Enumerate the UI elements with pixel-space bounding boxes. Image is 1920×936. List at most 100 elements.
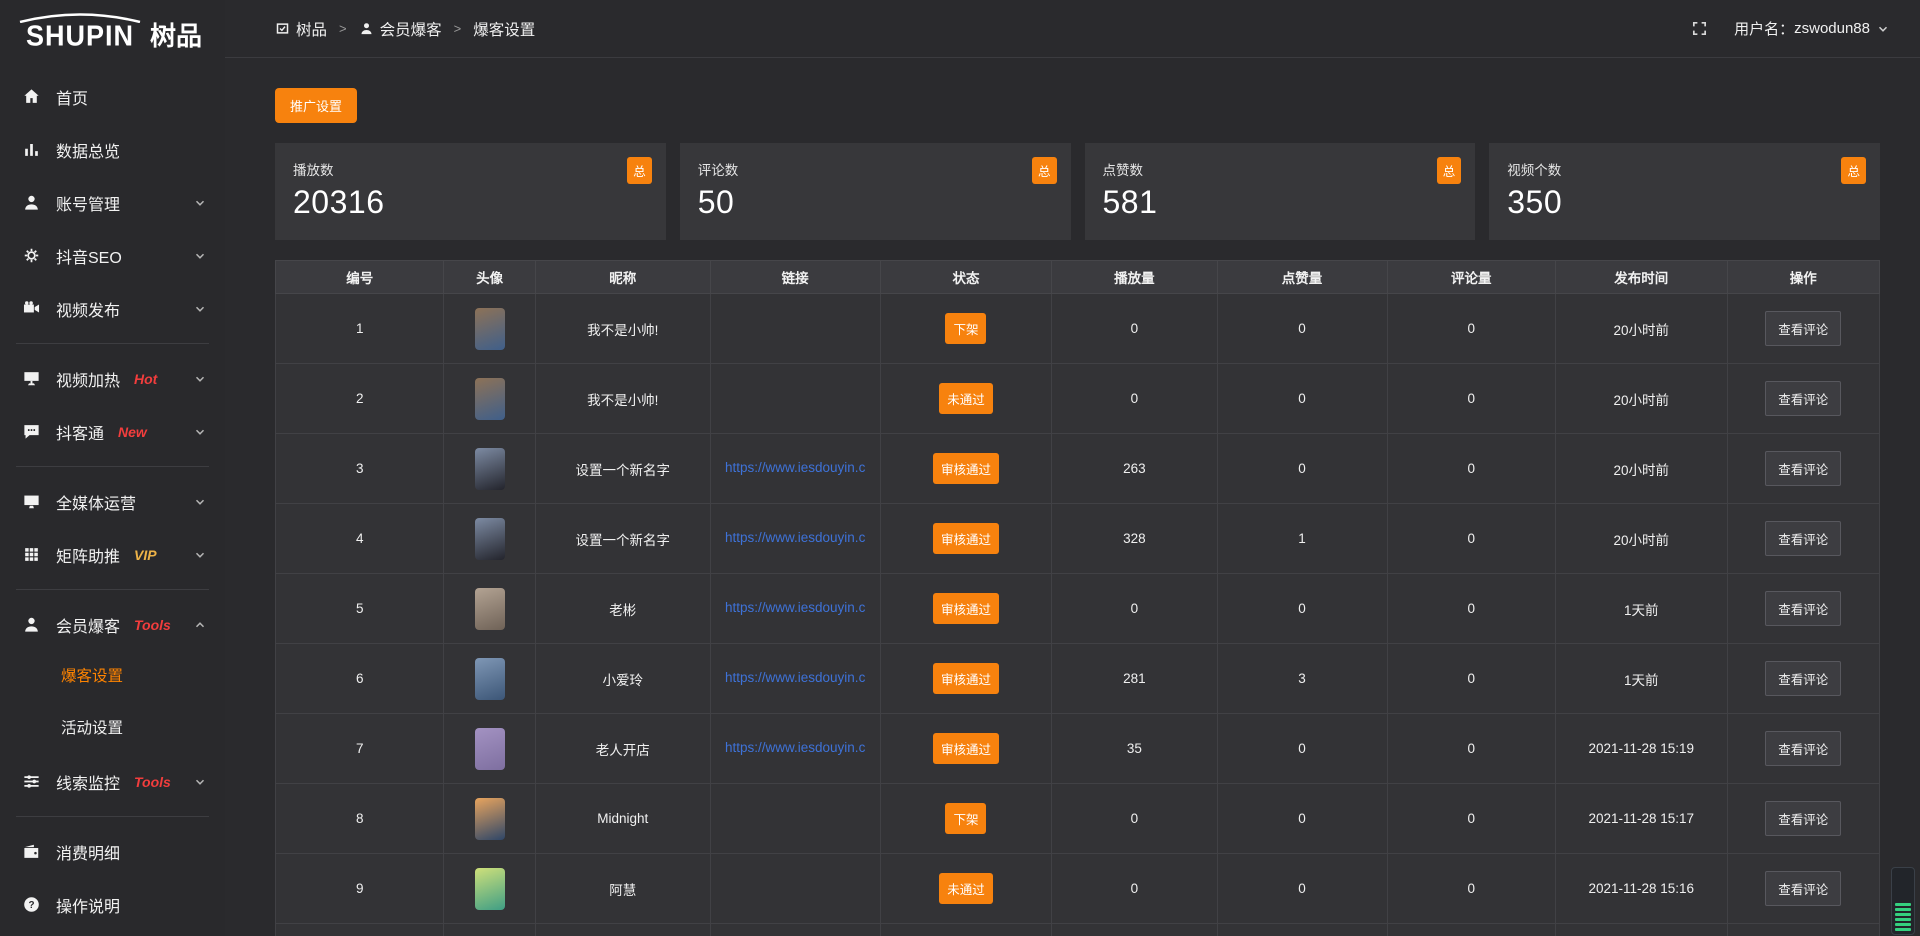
promotion-settings-button[interactable]: 推广设置 [275, 88, 357, 123]
sidebar-item[interactable]: 视频发布 [0, 282, 225, 335]
stat-card-value: 20316 [293, 184, 650, 221]
view-comments-button[interactable]: 查看评论 [1765, 381, 1841, 416]
sidebar-divider [16, 589, 209, 590]
view-comments-button[interactable]: 查看评论 [1765, 451, 1841, 486]
column-header: 链接 [710, 261, 880, 294]
sidebar-item-label: 抖音SEO [56, 244, 122, 268]
sidebar-item[interactable]: 全媒体运营 [0, 475, 225, 528]
cell-status: 下架 [880, 294, 1052, 364]
topbar: 树品>会员爆客>爆客设置 用户名：zswodun88 [225, 0, 1920, 58]
wallet-icon [22, 842, 41, 861]
view-comments-button[interactable]: 查看评论 [1765, 871, 1841, 906]
cell-nickname: 老彬 [535, 574, 710, 644]
cell-status: 未通过 [880, 364, 1052, 434]
sidebar-item[interactable]: 数据总览 [0, 123, 225, 176]
sidebar-item-label: 消费明细 [56, 840, 120, 864]
sidebar-item[interactable]: 抖客通 New [0, 405, 225, 458]
sidebar-item[interactable]: 视频加热Hot [0, 352, 225, 405]
video-link[interactable]: https://www.iesdouyin.c [725, 600, 865, 615]
view-comments-button[interactable]: 查看评论 [1765, 661, 1841, 696]
chevron-down-icon [193, 425, 207, 439]
sliders-icon [22, 772, 41, 791]
cell-plays: 0 [1052, 574, 1217, 644]
cell-avatar [444, 714, 535, 784]
video-link[interactable]: https://www.iesdouyin.c [725, 530, 865, 545]
chevron-down-icon [193, 548, 207, 562]
view-comments-button[interactable]: 查看评论 [1765, 801, 1841, 836]
view-comments-button[interactable]: 查看评论 [1765, 311, 1841, 346]
sidebar-item[interactable]: 首页 [0, 70, 225, 123]
avatar [475, 588, 505, 630]
sidebar-item-label: 抖客通 [56, 420, 104, 444]
cell-nickname: 小爱玲 [535, 644, 710, 714]
cell-plays: 281 [1052, 644, 1217, 714]
chevron-up-icon [193, 618, 207, 632]
videos-table: 编号头像昵称链接状态播放量点赞量评论量发布时间操作 1我不是小帅!下架00020… [275, 260, 1880, 936]
cell-link [710, 924, 880, 936]
chevron-down-icon [193, 249, 207, 263]
sidebar-divider [16, 343, 209, 344]
status-badge: 审核通过 [933, 733, 999, 764]
cell-action: 查看评论 [1727, 294, 1879, 364]
cell-status: 审核通过 [880, 714, 1052, 784]
cell-time [1555, 924, 1727, 936]
cell-likes: 3 [1217, 644, 1387, 714]
cell-avatar [444, 294, 535, 364]
sidebar-divider [16, 466, 209, 467]
sidebar-item-badge: Tools [134, 617, 171, 633]
view-comments-button[interactable]: 查看评论 [1765, 521, 1841, 556]
cell-id: 8 [276, 784, 444, 854]
breadcrumb-label: 爆客设置 [473, 18, 535, 40]
sidebar-item[interactable]: 线索监控Tools [0, 755, 225, 808]
floating-widget[interactable] [1891, 867, 1915, 935]
member-icon [22, 615, 41, 634]
sidebar-subitem[interactable]: 活动设置 [0, 703, 225, 755]
status-badge: 审核通过 [933, 593, 999, 624]
breadcrumb-item[interactable]: 树品 [275, 18, 327, 40]
column-header: 头像 [444, 261, 535, 294]
view-comments-button[interactable]: 查看评论 [1765, 731, 1841, 766]
cell-link: https://www.iesdouyin.c [710, 434, 880, 504]
table-row [276, 924, 1880, 936]
cell-nickname: 设置一个新名字 [535, 504, 710, 574]
sidebar-item[interactable]: 矩阵助推VIP [0, 528, 225, 581]
user-menu[interactable]: 用户名：zswodun88 [1734, 18, 1890, 39]
sidebar-item[interactable]: 消费明细 [0, 825, 225, 878]
video-link[interactable]: https://www.iesdouyin.c [725, 740, 865, 755]
cell-time: 20小时前 [1555, 434, 1727, 504]
sidebar-item-badge: New [118, 424, 147, 440]
sidebar-item[interactable]: 会员爆客Tools [0, 598, 225, 651]
cell-plays: 35 [1052, 714, 1217, 784]
view-comments-button[interactable]: 查看评论 [1765, 591, 1841, 626]
cell-nickname: 我不是小帅! [535, 364, 710, 434]
fullscreen-icon[interactable] [1691, 20, 1708, 37]
cell-action [1727, 924, 1879, 936]
logo-arc: SHUPIN [16, 13, 144, 50]
cell-time: 1天前 [1555, 644, 1727, 714]
breadcrumb-item[interactable]: 会员爆客 [359, 18, 442, 40]
cell-action: 查看评论 [1727, 644, 1879, 714]
chart-icon [22, 140, 41, 159]
video-link[interactable]: https://www.iesdouyin.c [725, 460, 865, 475]
stat-card-total-badge: 总 [1841, 157, 1866, 184]
cell-plays: 263 [1052, 434, 1217, 504]
column-header: 播放量 [1052, 261, 1217, 294]
cell-id: 2 [276, 364, 444, 434]
breadcrumb-label: 树品 [296, 18, 327, 40]
table-row: 3设置一个新名字https://www.iesdouyin.c审核通过26300… [276, 434, 1880, 504]
status-badge: 下架 [945, 313, 986, 344]
cell-status: 审核通过 [880, 434, 1052, 504]
sidebar-item[interactable]: 抖音SEO [0, 229, 225, 282]
cell-time: 2021-11-28 15:19 [1555, 714, 1727, 784]
cell-plays [1052, 924, 1217, 936]
sidebar-item[interactable]: ?操作说明 [0, 878, 225, 931]
avatar [475, 798, 505, 840]
sidebar-subitem[interactable]: 爆客设置 [0, 651, 225, 703]
cell-status: 未通过 [880, 854, 1052, 924]
cell-likes: 1 [1217, 504, 1387, 574]
cell-link: https://www.iesdouyin.c [710, 714, 880, 784]
video-link[interactable]: https://www.iesdouyin.c [725, 670, 865, 685]
cell-avatar [444, 924, 535, 936]
cell-nickname: 阿慧 [535, 854, 710, 924]
sidebar-item[interactable]: 账号管理 [0, 176, 225, 229]
